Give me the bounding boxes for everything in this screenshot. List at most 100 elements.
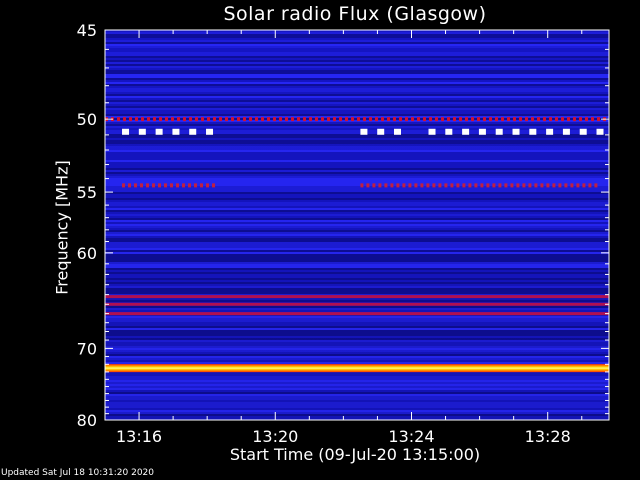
emission-band	[495, 117, 498, 122]
emission-band	[519, 117, 522, 122]
emission-band	[172, 128, 180, 135]
update-timestamp: Updated Sat Jul 18 10:31:20 2020	[1, 468, 155, 478]
emission-band	[189, 128, 197, 135]
emission-band	[285, 117, 288, 122]
texture-stripe	[105, 40, 609, 42]
emission-band	[498, 183, 502, 188]
emission-band	[438, 183, 442, 188]
texture-stripe	[105, 290, 609, 292]
emission-band	[579, 117, 582, 122]
texture-stripe	[105, 274, 609, 276]
x-tick-label: 13:20	[252, 427, 298, 446]
emission-band	[445, 128, 453, 135]
emission-band	[588, 183, 592, 188]
emission-band	[213, 117, 216, 122]
texture-stripe	[105, 350, 609, 352]
emission-band	[591, 117, 594, 122]
emission-band	[315, 117, 318, 122]
texture-stripe	[105, 226, 609, 228]
emission-band	[534, 183, 538, 188]
texture-stripe	[105, 108, 609, 110]
texture-stripe	[105, 198, 609, 200]
emission-band	[267, 117, 270, 122]
texture-stripe	[105, 334, 609, 336]
emission-band	[138, 128, 146, 135]
texture-stripe	[105, 106, 609, 108]
emission-band	[576, 183, 580, 188]
x-axis-label: Start Time (09-Jul-20 13:15:00)	[229, 445, 481, 464]
emission-band	[393, 117, 396, 122]
emission-band	[360, 183, 364, 188]
emission-band	[146, 183, 150, 188]
texture-stripe	[105, 262, 609, 264]
texture-stripe	[105, 166, 609, 168]
texture-stripe	[105, 360, 609, 362]
texture-stripe	[105, 284, 609, 286]
emission-band	[561, 117, 564, 122]
texture-stripe	[105, 68, 609, 70]
emission-band	[165, 117, 168, 122]
emission-band	[543, 117, 546, 122]
emission-band	[411, 117, 414, 122]
emission-band	[555, 117, 558, 122]
emission-band	[387, 117, 390, 122]
emission-band	[408, 183, 412, 188]
x-tick-label: 13:24	[388, 427, 434, 446]
emission-band	[459, 117, 462, 122]
emission-band	[372, 183, 376, 188]
emission-band	[567, 117, 570, 122]
emission-band	[381, 117, 384, 122]
texture-stripe	[105, 346, 609, 348]
emission-band	[562, 128, 570, 135]
texture-stripe	[105, 52, 609, 54]
emission-band	[564, 183, 568, 188]
emission-band	[516, 183, 520, 188]
texture-stripe	[105, 250, 609, 252]
texture-stripe	[105, 152, 609, 154]
texture-stripe	[105, 202, 609, 204]
spectrogram-texture	[105, 30, 609, 420]
texture-stripe	[105, 326, 609, 328]
emission-band	[105, 364, 609, 373]
emission-band	[414, 183, 418, 188]
emission-band	[261, 117, 264, 122]
texture-stripe	[105, 168, 609, 170]
texture-stripe	[105, 36, 609, 38]
emission-band	[405, 117, 408, 122]
emission-band	[441, 117, 444, 122]
texture-stripe	[105, 136, 609, 138]
texture-stripe	[105, 146, 609, 148]
emission-band	[135, 117, 138, 122]
texture-stripe	[105, 104, 609, 106]
emission-band	[279, 117, 282, 122]
emission-band	[396, 183, 400, 188]
emission-band	[471, 117, 474, 122]
emission-band	[366, 183, 370, 188]
emission-band	[309, 117, 312, 122]
texture-stripe	[105, 380, 609, 382]
texture-stripe	[105, 160, 609, 162]
emission-band	[206, 183, 210, 188]
texture-stripe	[105, 162, 609, 164]
texture-stripe	[105, 96, 609, 98]
texture-stripe	[105, 298, 609, 300]
emission-band	[428, 128, 436, 135]
emission-band	[128, 183, 132, 188]
emission-band	[549, 117, 552, 122]
texture-stripe	[105, 308, 609, 310]
texture-stripe	[105, 330, 609, 332]
texture-stripe	[105, 210, 609, 212]
texture-stripe	[105, 248, 609, 250]
texture-stripe	[105, 94, 609, 96]
texture-stripe	[105, 78, 609, 80]
y-axis-label: Frequency [MHz]	[52, 160, 72, 295]
emission-band	[513, 117, 516, 122]
texture-stripe	[105, 62, 609, 64]
texture-stripe	[105, 344, 609, 346]
texture-stripe	[105, 90, 609, 92]
emission-band	[357, 117, 360, 122]
texture-stripe	[105, 110, 609, 112]
texture-stripe	[105, 406, 609, 408]
texture-stripe	[105, 362, 609, 364]
y-tick-label: 55	[77, 183, 97, 202]
